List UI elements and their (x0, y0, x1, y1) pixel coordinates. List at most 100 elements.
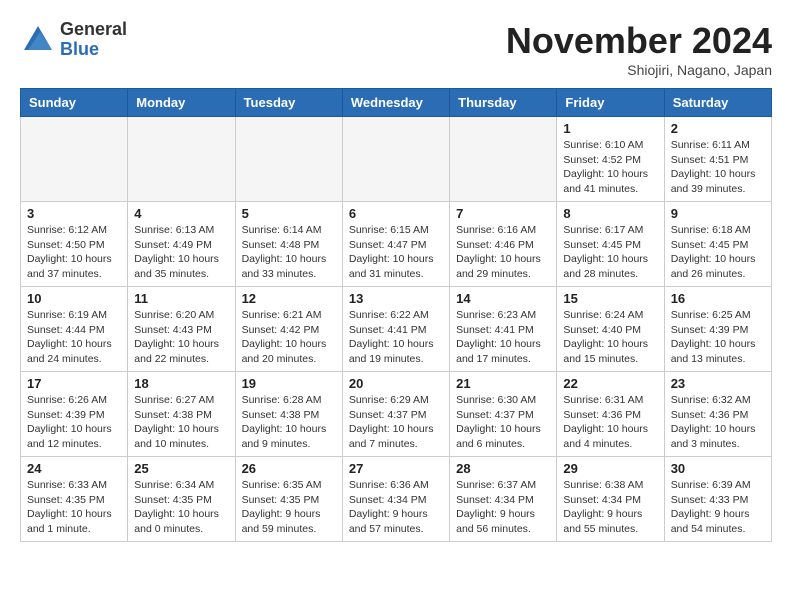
day-info: Sunrise: 6:25 AM Sunset: 4:39 PM Dayligh… (671, 308, 765, 367)
calendar-day: 9 Sunrise: 6:18 AM Sunset: 4:45 PM Daylig… (664, 202, 771, 287)
day-number: 18 (134, 376, 228, 391)
calendar-day: 30 Sunrise: 6:39 AM Sunset: 4:33 PM Dayli… (664, 457, 771, 542)
calendar-day: 17 Sunrise: 6:26 AM Sunset: 4:39 PM Dayli… (21, 372, 128, 457)
day-info: Sunrise: 6:23 AM Sunset: 4:41 PM Dayligh… (456, 308, 550, 367)
day-info: Sunrise: 6:16 AM Sunset: 4:46 PM Dayligh… (456, 223, 550, 282)
calendar-day: 10 Sunrise: 6:19 AM Sunset: 4:44 PM Dayli… (21, 287, 128, 372)
calendar-day: 24Sunrise: 6:33 AM Sunset: 4:35 PM Dayli… (21, 457, 128, 542)
logo: General Blue (20, 20, 127, 60)
day-number: 22 (563, 376, 657, 391)
day-info: Sunrise: 6:20 AM Sunset: 4:43 PM Dayligh… (134, 308, 228, 367)
calendar-day (235, 117, 342, 202)
calendar-week-3: 10 Sunrise: 6:19 AM Sunset: 4:44 PM Dayli… (21, 287, 772, 372)
day-number: 3 (27, 206, 121, 221)
calendar-day: 22 Sunrise: 6:31 AM Sunset: 4:36 PM Dayli… (557, 372, 664, 457)
calendar-day: 18 Sunrise: 6:27 AM Sunset: 4:38 PM Dayli… (128, 372, 235, 457)
day-info: Sunrise: 6:39 AM Sunset: 4:33 PM Dayligh… (671, 478, 765, 537)
day-info: Sunrise: 6:14 AM Sunset: 4:48 PM Dayligh… (242, 223, 336, 282)
logo-icon (20, 22, 56, 58)
day-info: Sunrise: 6:36 AM Sunset: 4:34 PM Dayligh… (349, 478, 443, 537)
calendar-day: 23 Sunrise: 6:32 AM Sunset: 4:36 PM Dayli… (664, 372, 771, 457)
calendar-day: 29Sunrise: 6:38 AM Sunset: 4:34 PM Dayli… (557, 457, 664, 542)
day-info: Sunrise: 6:35 AM Sunset: 4:35 PM Dayligh… (242, 478, 336, 537)
calendar-header-row: SundayMondayTuesdayWednesdayThursdayFrid… (21, 89, 772, 117)
day-info: Sunrise: 6:31 AM Sunset: 4:36 PM Dayligh… (563, 393, 657, 452)
calendar-table: SundayMondayTuesdayWednesdayThursdayFrid… (20, 88, 772, 542)
calendar-day: 19Sunrise: 6:28 AM Sunset: 4:38 PM Dayli… (235, 372, 342, 457)
day-number: 5 (242, 206, 336, 221)
calendar-day: 8Sunrise: 6:17 AM Sunset: 4:45 PM Daylig… (557, 202, 664, 287)
calendar-day (21, 117, 128, 202)
calendar-day: 6 Sunrise: 6:15 AM Sunset: 4:47 PM Daylig… (342, 202, 449, 287)
calendar-day: 2 Sunrise: 6:11 AM Sunset: 4:51 PM Daylig… (664, 117, 771, 202)
page-header: General Blue November 2024 Shiojiri, Nag… (20, 20, 772, 78)
calendar-day: 11Sunrise: 6:20 AM Sunset: 4:43 PM Dayli… (128, 287, 235, 372)
day-number: 30 (671, 461, 765, 476)
day-number: 23 (671, 376, 765, 391)
day-number: 16 (671, 291, 765, 306)
calendar-week-1: 1 Sunrise: 6:10 AM Sunset: 4:52 PM Daylig… (21, 117, 772, 202)
calendar-day: 14 Sunrise: 6:23 AM Sunset: 4:41 PM Dayli… (450, 287, 557, 372)
weekday-header-friday: Friday (557, 89, 664, 117)
day-number: 15 (563, 291, 657, 306)
day-info: Sunrise: 6:10 AM Sunset: 4:52 PM Dayligh… (563, 138, 657, 197)
month-title: November 2024 (506, 20, 772, 62)
day-number: 2 (671, 121, 765, 136)
day-info: Sunrise: 6:24 AM Sunset: 4:40 PM Dayligh… (563, 308, 657, 367)
day-info: Sunrise: 6:15 AM Sunset: 4:47 PM Dayligh… (349, 223, 443, 282)
calendar-week-5: 24Sunrise: 6:33 AM Sunset: 4:35 PM Dayli… (21, 457, 772, 542)
day-info: Sunrise: 6:26 AM Sunset: 4:39 PM Dayligh… (27, 393, 121, 452)
day-info: Sunrise: 6:13 AM Sunset: 4:49 PM Dayligh… (134, 223, 228, 282)
location-subtitle: Shiojiri, Nagano, Japan (506, 62, 772, 78)
day-number: 7 (456, 206, 550, 221)
weekday-header-monday: Monday (128, 89, 235, 117)
day-number: 6 (349, 206, 443, 221)
calendar-day: 7 Sunrise: 6:16 AM Sunset: 4:46 PM Daylig… (450, 202, 557, 287)
day-number: 9 (671, 206, 765, 221)
day-number: 28 (456, 461, 550, 476)
calendar-day: 15 Sunrise: 6:24 AM Sunset: 4:40 PM Dayli… (557, 287, 664, 372)
day-number: 12 (242, 291, 336, 306)
day-number: 17 (27, 376, 121, 391)
day-info: Sunrise: 6:30 AM Sunset: 4:37 PM Dayligh… (456, 393, 550, 452)
calendar-day: 3 Sunrise: 6:12 AM Sunset: 4:50 PM Daylig… (21, 202, 128, 287)
day-info: Sunrise: 6:37 AM Sunset: 4:34 PM Dayligh… (456, 478, 550, 537)
calendar-week-4: 17 Sunrise: 6:26 AM Sunset: 4:39 PM Dayli… (21, 372, 772, 457)
day-info: Sunrise: 6:18 AM Sunset: 4:45 PM Dayligh… (671, 223, 765, 282)
day-info: Sunrise: 6:19 AM Sunset: 4:44 PM Dayligh… (27, 308, 121, 367)
day-info: Sunrise: 6:17 AM Sunset: 4:45 PM Dayligh… (563, 223, 657, 282)
day-info: Sunrise: 6:11 AM Sunset: 4:51 PM Dayligh… (671, 138, 765, 197)
day-info: Sunrise: 6:28 AM Sunset: 4:38 PM Dayligh… (242, 393, 336, 452)
day-number: 21 (456, 376, 550, 391)
day-number: 26 (242, 461, 336, 476)
calendar-day (128, 117, 235, 202)
day-info: Sunrise: 6:34 AM Sunset: 4:35 PM Dayligh… (134, 478, 228, 537)
calendar-day: 16 Sunrise: 6:25 AM Sunset: 4:39 PM Dayli… (664, 287, 771, 372)
day-number: 1 (563, 121, 657, 136)
day-info: Sunrise: 6:21 AM Sunset: 4:42 PM Dayligh… (242, 308, 336, 367)
calendar-day: 5 Sunrise: 6:14 AM Sunset: 4:48 PM Daylig… (235, 202, 342, 287)
day-number: 29 (563, 461, 657, 476)
weekday-header-thursday: Thursday (450, 89, 557, 117)
weekday-header-saturday: Saturday (664, 89, 771, 117)
day-info: Sunrise: 6:29 AM Sunset: 4:37 PM Dayligh… (349, 393, 443, 452)
day-info: Sunrise: 6:27 AM Sunset: 4:38 PM Dayligh… (134, 393, 228, 452)
calendar-day: 26 Sunrise: 6:35 AM Sunset: 4:35 PM Dayli… (235, 457, 342, 542)
calendar-day: 12 Sunrise: 6:21 AM Sunset: 4:42 PM Dayli… (235, 287, 342, 372)
title-block: November 2024 Shiojiri, Nagano, Japan (506, 20, 772, 78)
calendar-day: 27Sunrise: 6:36 AM Sunset: 4:34 PM Dayli… (342, 457, 449, 542)
calendar-day: 20Sunrise: 6:29 AM Sunset: 4:37 PM Dayli… (342, 372, 449, 457)
calendar-day: 25Sunrise: 6:34 AM Sunset: 4:35 PM Dayli… (128, 457, 235, 542)
calendar-day: 1 Sunrise: 6:10 AM Sunset: 4:52 PM Daylig… (557, 117, 664, 202)
day-number: 14 (456, 291, 550, 306)
day-number: 4 (134, 206, 228, 221)
calendar-day (450, 117, 557, 202)
day-info: Sunrise: 6:22 AM Sunset: 4:41 PM Dayligh… (349, 308, 443, 367)
calendar-day (342, 117, 449, 202)
day-number: 24 (27, 461, 121, 476)
day-info: Sunrise: 6:32 AM Sunset: 4:36 PM Dayligh… (671, 393, 765, 452)
weekday-header-tuesday: Tuesday (235, 89, 342, 117)
weekday-header-sunday: Sunday (21, 89, 128, 117)
day-info: Sunrise: 6:12 AM Sunset: 4:50 PM Dayligh… (27, 223, 121, 282)
day-number: 10 (27, 291, 121, 306)
